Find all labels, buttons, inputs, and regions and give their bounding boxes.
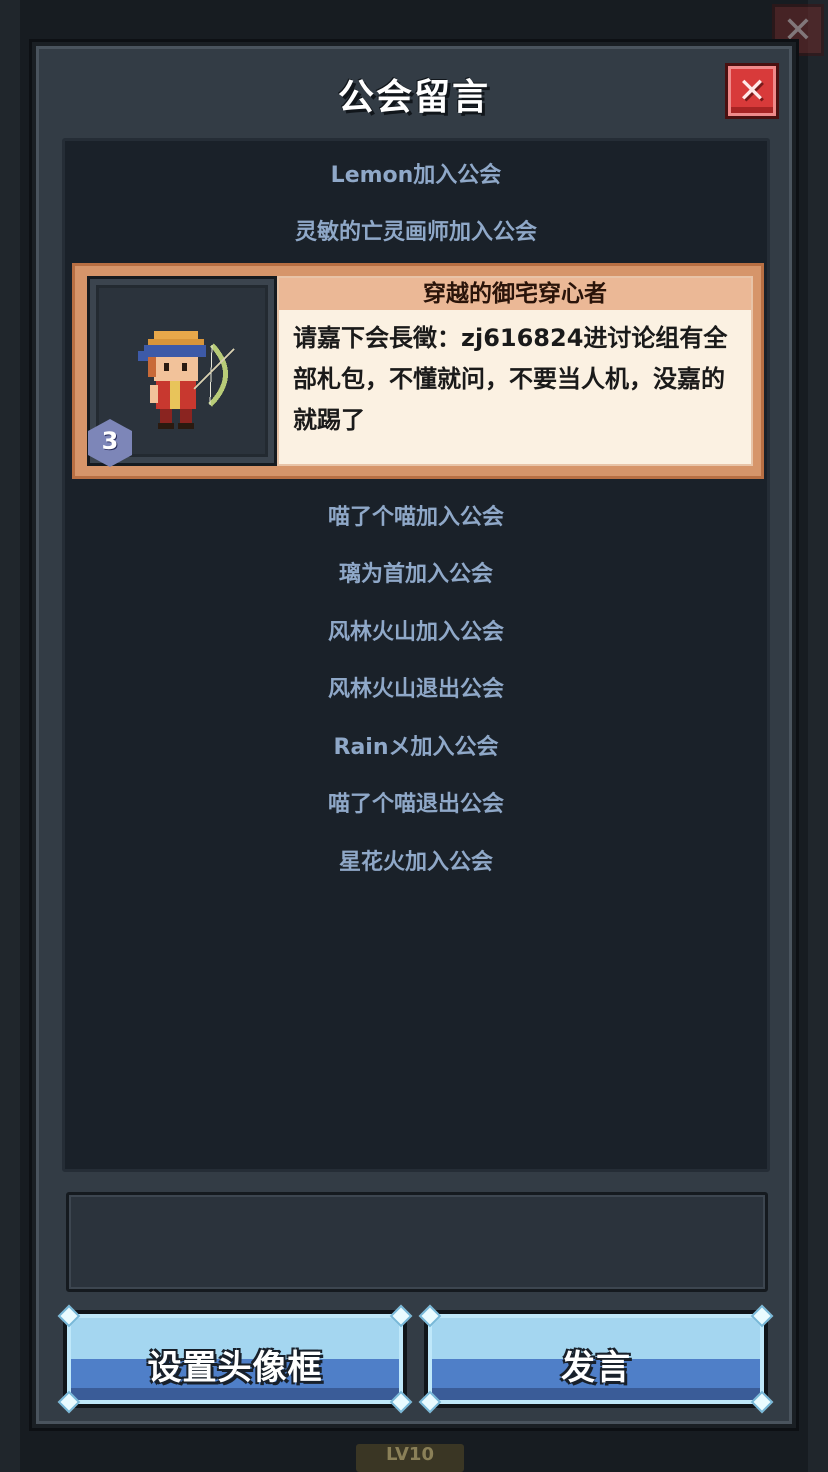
- system-message: 喵了个喵退出公会: [327, 792, 504, 817]
- level-number: 3: [101, 427, 119, 455]
- system-message: 风林火山退出公会: [327, 677, 504, 702]
- system-message: 风林火山加入公会: [327, 620, 504, 645]
- dialog-title: 公会留言: [337, 77, 490, 118]
- sender-name: 穿越的御宅穿心者: [279, 278, 751, 310]
- message-input[interactable]: [73, 1199, 761, 1285]
- guild-message-dialog: 公会留言 ✕ Lemon加入公会 灵敏的亡灵画师加入公会 3 穿越的御宅穿心者 …: [32, 42, 796, 1428]
- message-text: 请嘉下会長徵：zj616824进讨论组有全部札包，不懂就问，不要当人机，没嘉的就…: [293, 324, 728, 434]
- corner-gem-icon: [750, 1304, 774, 1328]
- corner-gem-icon: [389, 1390, 413, 1414]
- system-message: Lemon加入公会: [330, 163, 502, 188]
- corner-gem-icon: [389, 1304, 413, 1328]
- system-message: 喵了个喵加入公会: [327, 505, 504, 530]
- system-message: 璃为首加入公会: [338, 562, 493, 587]
- send-message-button[interactable]: 发言: [418, 1304, 774, 1414]
- send-message-label: 发言: [561, 1348, 631, 1388]
- system-message: 灵敏的亡灵画师加入公会: [294, 220, 537, 245]
- chat-bubble: 穿越的御宅穿心者 请嘉下会長徵：zj616824进讨论组有全部札包，不懂就问，不…: [277, 276, 753, 466]
- corner-gem-icon: [418, 1304, 442, 1328]
- system-message: Rainメ加入公会: [333, 735, 499, 760]
- close-button[interactable]: ✕: [725, 63, 779, 119]
- corner-gem-icon: [418, 1390, 442, 1414]
- corner-gem-icon: [750, 1390, 774, 1414]
- corner-gem-icon: [57, 1390, 81, 1414]
- close-icon: ✕: [737, 71, 767, 111]
- chat-message-card: 3 穿越的御宅穿心者 请嘉下会長徵：zj616824进讨论组有全部札包，不懂就问…: [72, 263, 764, 479]
- set-avatar-frame-label: 设置头像框: [147, 1348, 323, 1388]
- background-hud: LV10: [100, 1444, 720, 1472]
- background-level-label: LV10: [356, 1444, 464, 1472]
- avatar[interactable]: 3: [87, 276, 277, 467]
- set-avatar-frame-button[interactable]: 设置头像框: [57, 1304, 413, 1414]
- message-input-box[interactable]: [66, 1192, 768, 1292]
- message-list[interactable]: Lemon加入公会 灵敏的亡灵画师加入公会 3 穿越的御宅穿心者 请嘉下会長徵：…: [62, 138, 770, 1172]
- corner-gem-icon: [57, 1304, 81, 1328]
- system-message: 星花火加入公会: [338, 850, 493, 875]
